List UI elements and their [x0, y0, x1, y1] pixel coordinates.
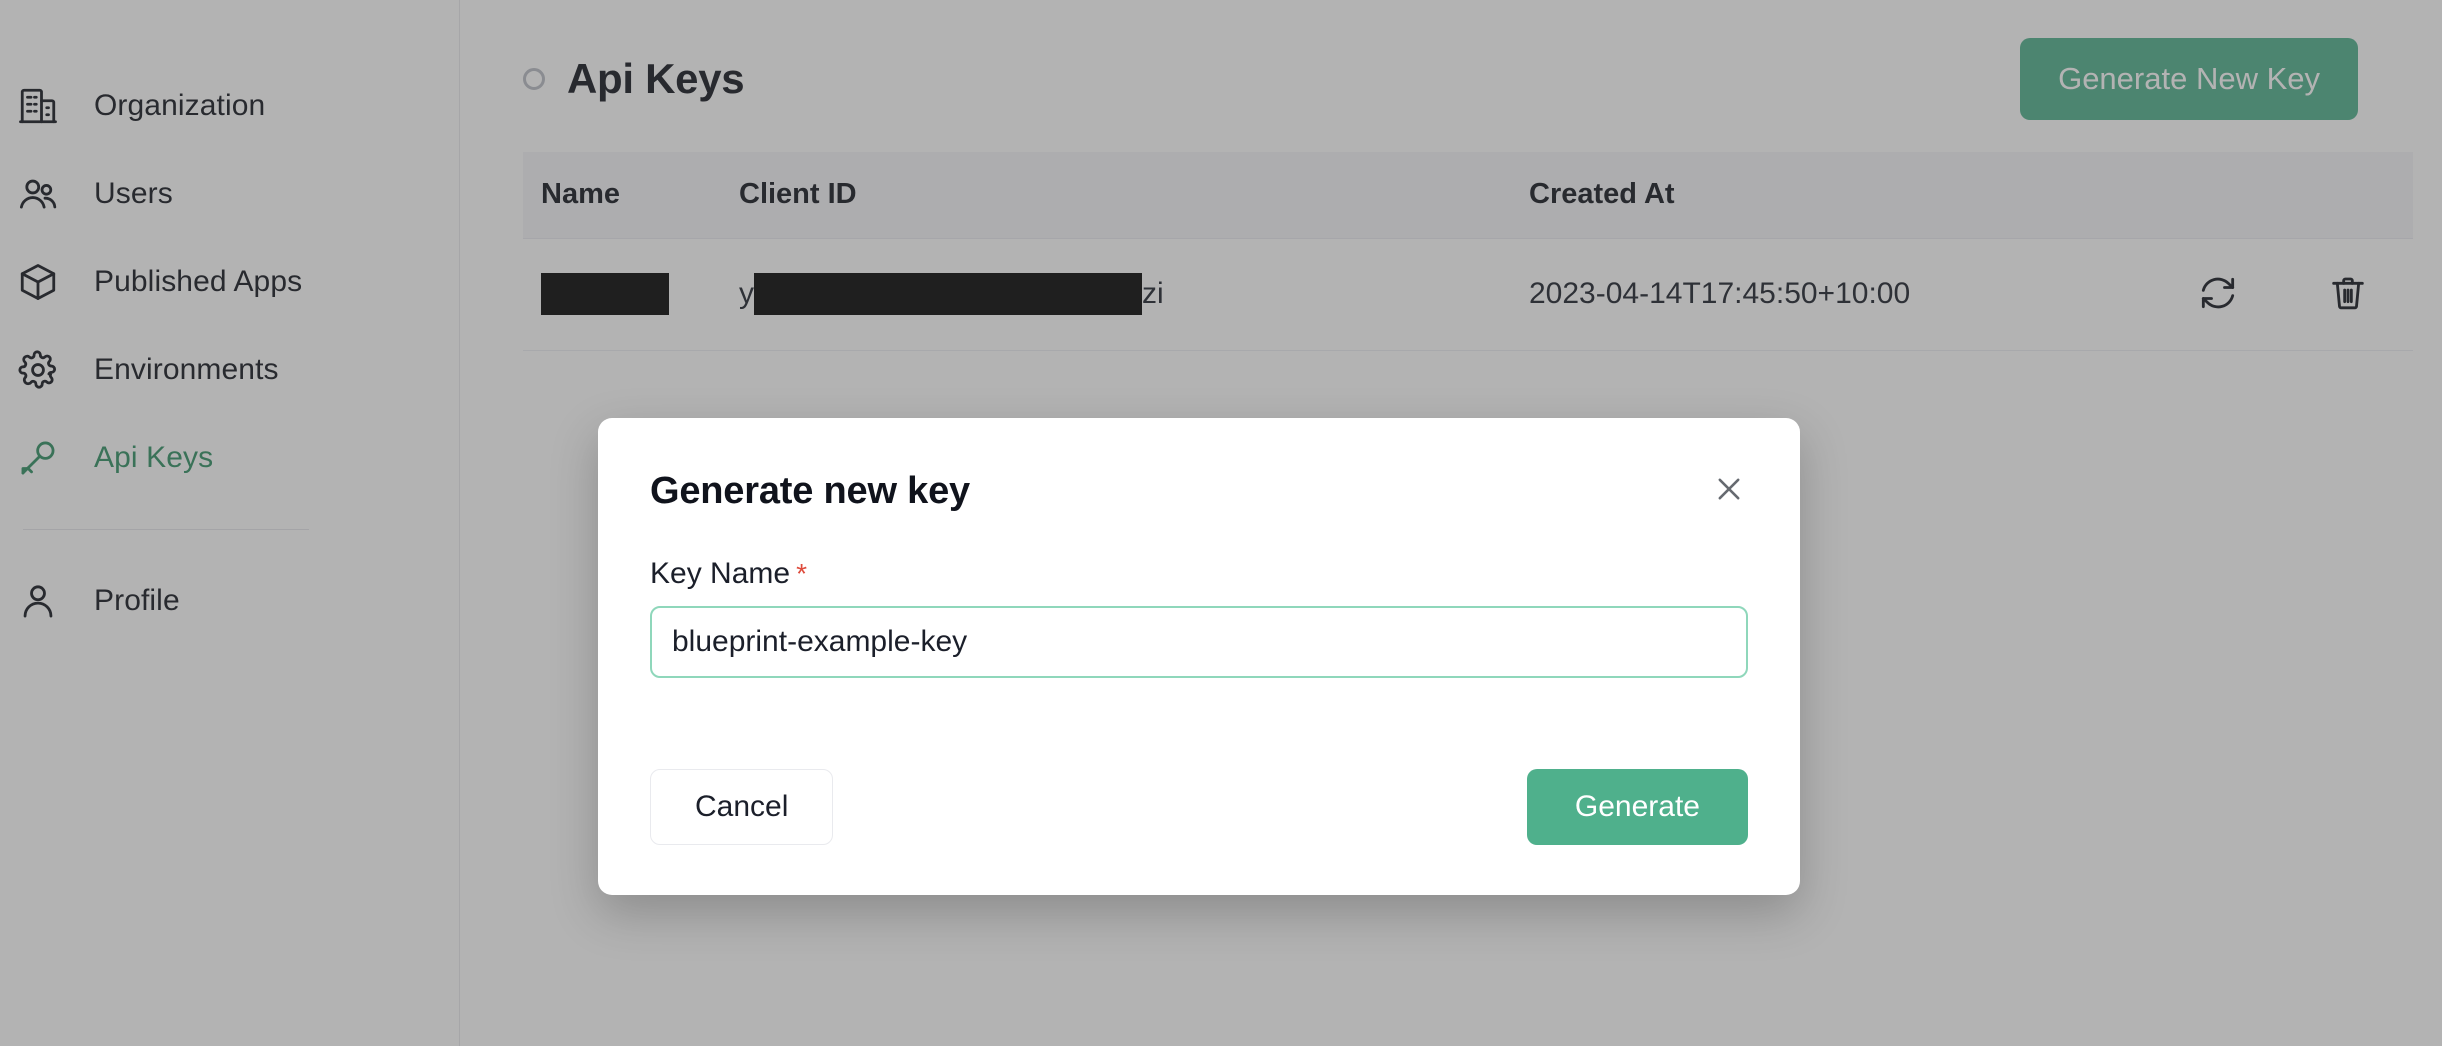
key-name-label: Key Name * [650, 557, 1748, 591]
key-name-input[interactable] [650, 606, 1748, 678]
close-button[interactable] [1710, 470, 1748, 508]
cancel-button[interactable]: Cancel [650, 769, 834, 845]
required-marker: * [796, 558, 807, 589]
modal-actions: Cancel Generate [650, 769, 1748, 845]
key-name-label-text: Key Name [650, 557, 791, 590]
generate-button[interactable]: Generate [1526, 769, 1748, 845]
close-icon [1712, 478, 1746, 509]
generate-new-key-modal: Generate new key Key Name* Cancel Genera… [598, 418, 1800, 895]
modal-title: Generate new key [650, 470, 970, 512]
modal-header: Generate new key [650, 470, 1748, 513]
